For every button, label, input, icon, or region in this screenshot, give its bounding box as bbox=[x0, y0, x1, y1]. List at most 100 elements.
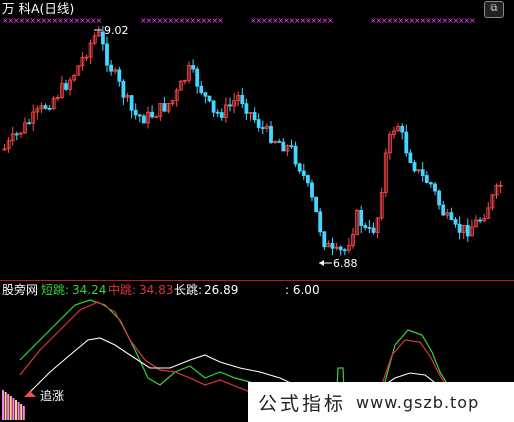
candle-body bbox=[408, 152, 413, 163]
candle-body bbox=[457, 223, 462, 233]
candle-body bbox=[338, 246, 343, 251]
candle-body bbox=[433, 183, 437, 192]
candle-body bbox=[109, 64, 113, 72]
candle-body bbox=[191, 65, 196, 70]
candle-body bbox=[195, 68, 200, 87]
candle-body bbox=[105, 43, 109, 66]
candle-body bbox=[297, 163, 302, 172]
candle-body bbox=[162, 103, 167, 112]
chase-arrow-icon bbox=[24, 391, 36, 397]
candle-body bbox=[453, 219, 458, 225]
candle-body bbox=[14, 133, 19, 136]
candle-body bbox=[318, 211, 323, 233]
candle-body bbox=[133, 109, 138, 116]
candle-body bbox=[404, 131, 409, 154]
candle-body bbox=[252, 112, 257, 121]
candle-body bbox=[256, 119, 261, 128]
candle-body bbox=[359, 209, 364, 226]
expand-icon[interactable]: ⧉ bbox=[484, 1, 504, 18]
candle-body bbox=[43, 105, 48, 109]
short-jump-line bbox=[19, 299, 271, 393]
indicator-name: 股旁网 bbox=[2, 283, 39, 297]
candle-body bbox=[363, 225, 368, 228]
candle-body bbox=[428, 182, 433, 185]
histogram-bar bbox=[4, 392, 7, 420]
candle-body bbox=[322, 231, 327, 248]
stock-title: 万 科A(日线) bbox=[2, 1, 75, 16]
candle-body bbox=[64, 83, 68, 90]
signal-marker-row: ×××××××××××××××××× ××××××××××××××× ×××××××… bbox=[2, 16, 476, 25]
candle-body bbox=[219, 112, 224, 118]
signal-marker: × bbox=[217, 16, 224, 25]
candle-body bbox=[141, 115, 146, 124]
candle-body bbox=[465, 224, 470, 237]
watermark-url: www.gszb.top bbox=[356, 392, 480, 412]
candlestick-series[interactable] bbox=[2, 25, 503, 256]
signal-marker: × bbox=[469, 16, 476, 25]
long-jump-value: 26.89 bbox=[204, 283, 239, 297]
stock-chart[interactable]: ×××××××××××××××××× ××××××××××××××× ×××××××… bbox=[0, 0, 514, 422]
candle-body bbox=[449, 212, 454, 220]
candle-body bbox=[47, 108, 52, 110]
short-jump-label: 短跳: bbox=[41, 283, 70, 297]
low-arrow-icon bbox=[319, 260, 324, 266]
candle-body bbox=[121, 80, 126, 98]
histogram-bar bbox=[22, 406, 25, 420]
candle-body bbox=[412, 162, 417, 172]
histogram-bar bbox=[20, 404, 23, 420]
high-price-label: 9.02 bbox=[104, 24, 129, 37]
extra-value: : 6.00 bbox=[285, 283, 320, 297]
candle-body bbox=[211, 100, 216, 113]
candle-body bbox=[203, 92, 208, 97]
candle-body bbox=[301, 170, 306, 176]
candle-body bbox=[342, 249, 347, 252]
candle-body bbox=[137, 114, 142, 117]
watermark: 公式指标 www.gszb.top bbox=[248, 382, 514, 422]
candle-body bbox=[314, 196, 319, 213]
chase-signal-label: 追涨 bbox=[40, 389, 65, 403]
candle-body bbox=[129, 95, 134, 111]
candle-body bbox=[293, 145, 298, 165]
candle-body bbox=[367, 227, 372, 229]
candle-body bbox=[228, 104, 232, 107]
histogram-bar bbox=[12, 398, 15, 420]
mid-jump-label: 中跳: bbox=[108, 283, 137, 297]
indicator-histogram bbox=[2, 390, 25, 420]
candle-body bbox=[277, 140, 282, 143]
histogram-bar bbox=[7, 394, 10, 420]
histogram-bar bbox=[2, 390, 4, 420]
signal-marker: × bbox=[327, 16, 334, 25]
candle-body bbox=[441, 204, 446, 216]
candle-body bbox=[289, 145, 294, 148]
low-price-label: 6.88 bbox=[333, 257, 358, 270]
candle-body bbox=[330, 243, 335, 249]
candle-body bbox=[420, 169, 425, 176]
indicator-lines[interactable] bbox=[19, 299, 449, 393]
mid-jump-line bbox=[19, 301, 263, 393]
short-jump-value: 34.24 bbox=[72, 283, 107, 297]
candle-body bbox=[117, 69, 122, 82]
candle-body bbox=[215, 111, 220, 114]
candle-body bbox=[199, 85, 204, 94]
histogram-bar bbox=[15, 400, 17, 420]
candle-body bbox=[305, 175, 310, 184]
candle-body bbox=[27, 122, 32, 125]
candle-body bbox=[281, 141, 286, 152]
candle-body bbox=[154, 116, 159, 119]
candle-body bbox=[150, 111, 155, 118]
histogram-bar bbox=[9, 396, 12, 420]
candle-body bbox=[269, 125, 273, 144]
candle-body bbox=[437, 190, 442, 206]
candle-body bbox=[478, 219, 483, 222]
candle-body bbox=[240, 94, 245, 105]
histogram-bar bbox=[17, 402, 20, 420]
candle-body bbox=[207, 95, 212, 102]
watermark-cn: 公式指标 bbox=[258, 392, 347, 415]
candle-body bbox=[310, 182, 314, 198]
long-jump-label: 长跳: bbox=[174, 283, 203, 297]
candle-body bbox=[260, 127, 265, 129]
short-jump-line bbox=[384, 329, 449, 386]
candle-body bbox=[400, 125, 405, 133]
signal-marker: × bbox=[96, 16, 103, 25]
candle-body bbox=[371, 227, 376, 233]
